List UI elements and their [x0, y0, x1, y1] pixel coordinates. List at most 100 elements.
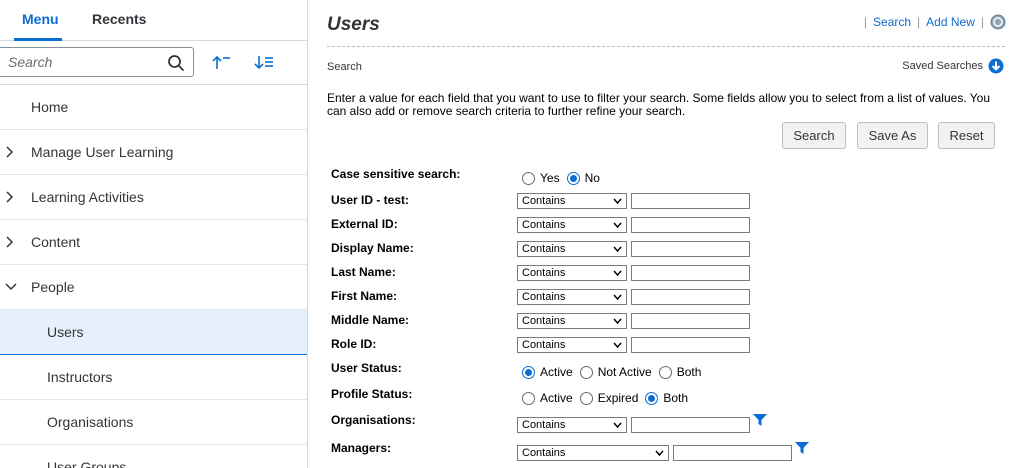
radio-label: No	[584, 171, 600, 185]
dropdown-arrow-icon	[613, 222, 622, 228]
search-icon[interactable]	[167, 54, 185, 72]
select-value: Contains	[522, 267, 566, 279]
dropdown-arrow-icon	[613, 246, 622, 252]
profile-status-active-radio[interactable]	[522, 391, 535, 405]
case-sensitive-no-radio[interactable]	[566, 171, 580, 185]
case-sensitive-yes-radio[interactable]	[522, 171, 535, 185]
select-value: Contains	[522, 419, 566, 431]
organisations-label: Organisations:	[331, 413, 416, 427]
select-value: Contains	[522, 219, 566, 231]
chevron-down-icon	[5, 283, 17, 291]
organisations-operator-select[interactable]: Contains	[517, 417, 627, 433]
managers-label: Managers:	[331, 441, 392, 455]
sidebar-item-label: Learning Activities	[31, 189, 144, 205]
select-value: Contains	[522, 291, 566, 303]
last-name-label: Last Name:	[331, 265, 396, 279]
dropdown-arrow-icon	[613, 318, 622, 324]
sidebar-nav: Home Manage User Learning Learning Activ…	[0, 85, 307, 468]
chevron-right-icon	[6, 236, 14, 248]
select-value: Contains	[522, 315, 566, 327]
display-name-operator-select[interactable]: Contains	[517, 241, 627, 257]
sidebar-item-label: Instructors	[47, 369, 113, 385]
sidebar-item-label: Users	[47, 324, 84, 340]
last-name-input[interactable]	[631, 265, 750, 281]
user-status-not-active-radio[interactable]	[579, 365, 593, 379]
select-value: Contains	[522, 447, 566, 459]
dropdown-arrow-icon	[613, 270, 622, 276]
sidebar-item-label: Organisations	[47, 414, 134, 430]
profile-status-label: Profile Status:	[331, 387, 413, 401]
display-name-input[interactable]	[631, 241, 750, 257]
external-id-operator-select[interactable]: Contains	[517, 217, 627, 233]
link-separator: |	[980, 15, 984, 29]
middle-name-operator-select[interactable]: Contains	[517, 313, 627, 329]
radio-label: Both	[663, 391, 689, 405]
dropdown-arrow-icon	[613, 422, 622, 428]
dropdown-arrow-icon	[613, 294, 622, 300]
reset-button[interactable]: Reset	[938, 122, 995, 149]
first-name-input[interactable]	[631, 289, 750, 305]
tab-recents[interactable]: Recents	[92, 11, 146, 27]
last-name-operator-select[interactable]: Contains	[517, 265, 627, 281]
sidebar-item-instructors[interactable]: Instructors	[0, 355, 307, 400]
role-id-operator-select[interactable]: Contains	[517, 337, 627, 353]
search-button[interactable]: Search	[782, 122, 846, 149]
user-status-both-radio[interactable]	[658, 365, 672, 379]
sidebar-item-users[interactable]: Users	[0, 310, 307, 355]
external-id-label: External ID:	[331, 217, 398, 231]
sidebar-item-manage-user-learning[interactable]: Manage User Learning	[0, 130, 307, 175]
filter-icon[interactable]	[795, 442, 809, 455]
role-id-input[interactable]	[631, 337, 750, 353]
sidebar-search-input[interactable]	[0, 48, 160, 76]
user-status-radio-group: Active Not Active Both	[522, 365, 708, 379]
external-id-input[interactable]	[631, 217, 750, 233]
user-status-label: User Status:	[331, 361, 402, 375]
title-divider	[327, 46, 1005, 47]
first-name-label: First Name:	[331, 289, 398, 303]
save-as-button[interactable]: Save As	[857, 122, 928, 149]
radio-label: Yes	[540, 171, 560, 185]
tab-menu[interactable]: Menu	[22, 11, 59, 27]
profile-status-expired-radio[interactable]	[579, 391, 593, 405]
sort-descending-icon[interactable]	[254, 53, 276, 73]
sidebar-item-user-groups[interactable]: User Groups	[0, 445, 307, 468]
user-id-input[interactable]	[631, 193, 750, 209]
sidebar-item-organisations[interactable]: Organisations	[0, 400, 307, 445]
middle-name-label: Middle Name:	[331, 313, 410, 327]
managers-input[interactable]	[673, 445, 792, 461]
saved-searches-link[interactable]: Saved Searches	[902, 58, 1004, 74]
sidebar-item-content[interactable]: Content	[0, 220, 307, 265]
radio-label: Not Active	[597, 365, 652, 379]
section-label: Search	[327, 61, 362, 73]
role-id-label: Role ID:	[331, 337, 377, 351]
organisations-input[interactable]	[631, 417, 750, 433]
user-status-active-radio[interactable]	[522, 365, 535, 379]
sidebar-item-people[interactable]: People	[0, 265, 307, 310]
profile-status-radio-group: Active Expired Both	[522, 391, 695, 405]
sidebar-item-home[interactable]: Home	[0, 85, 307, 130]
middle-name-input[interactable]	[631, 313, 750, 329]
chevron-right-icon	[6, 146, 14, 158]
select-value: Contains	[522, 195, 566, 207]
managers-operator-select[interactable]: Contains	[517, 445, 669, 461]
main-panel: Users | Search | Add New | Search Saved …	[309, 0, 1024, 468]
sidebar-item-learning-activities[interactable]: Learning Activities	[0, 175, 307, 220]
filter-icon[interactable]	[753, 414, 767, 427]
sort-ascending-icon[interactable]	[211, 53, 233, 73]
dropdown-arrow-icon	[613, 342, 622, 348]
case-sensitive-radio-group: Yes No	[522, 171, 607, 185]
first-name-operator-select[interactable]: Contains	[517, 289, 627, 305]
add-new-link[interactable]: Add New	[926, 15, 975, 29]
sidebar-item-label: User Groups	[47, 459, 127, 468]
sidebar: Menu Recents Home Ma	[0, 0, 308, 468]
chevron-right-icon	[6, 191, 14, 203]
help-icon[interactable]	[990, 14, 1006, 30]
sidebar-item-label: Content	[31, 234, 81, 250]
profile-status-both-radio[interactable]	[645, 391, 659, 405]
sidebar-item-label: Home	[31, 99, 69, 115]
user-id-operator-select[interactable]: Contains	[517, 193, 627, 209]
arrow-down-circle-icon[interactable]	[988, 58, 1004, 74]
search-link[interactable]: Search	[873, 15, 911, 29]
user-id-label: User ID - test:	[331, 193, 410, 207]
sidebar-search-row	[0, 41, 307, 85]
